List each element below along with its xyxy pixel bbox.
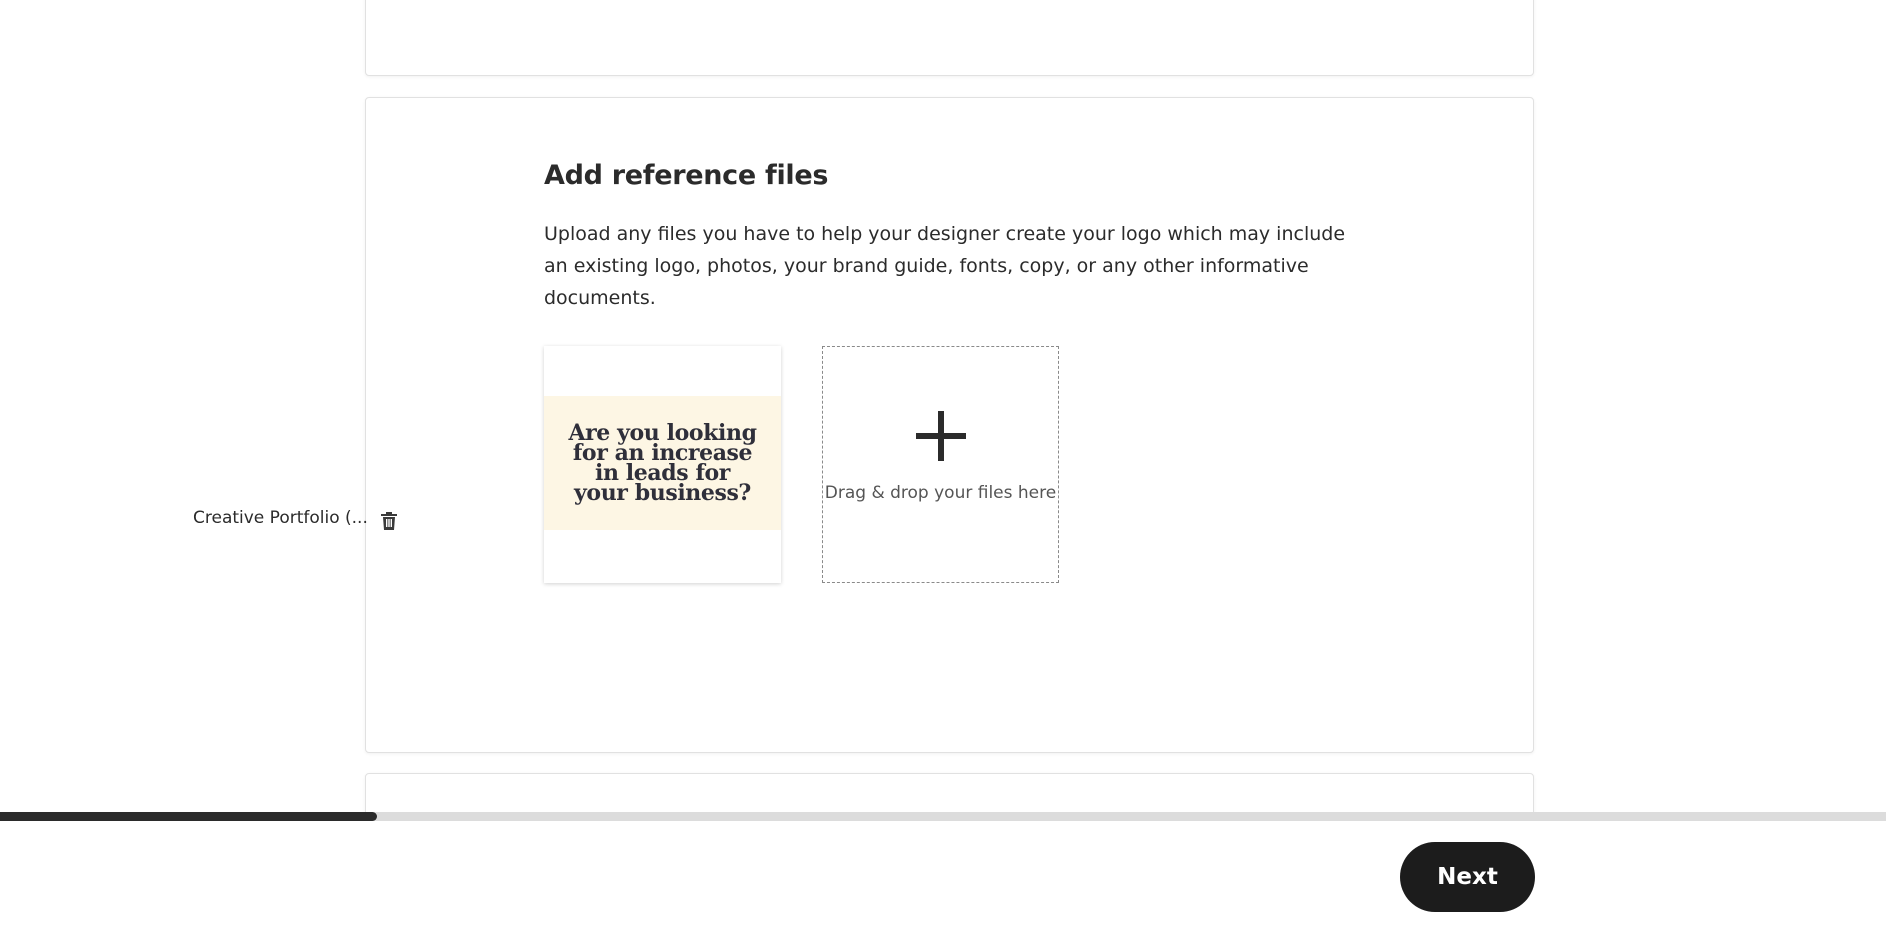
footer-bar: Next — [0, 812, 1886, 927]
file-preview-text: Are you looking for an increase in leads… — [568, 420, 757, 506]
uploaded-file-name: Creative Portfolio (... — [193, 508, 368, 528]
dropzone-label: Drag & drop your files here — [824, 483, 1057, 503]
section-description: Upload any files you have to help your d… — [544, 223, 1346, 309]
trash-icon — [381, 512, 397, 530]
delete-file-button[interactable] — [379, 511, 399, 531]
previous-section-card — [365, 0, 1534, 76]
progress-bar — [0, 812, 1886, 821]
next-button[interactable]: Next — [1400, 842, 1535, 912]
progress-bar-fill — [0, 812, 378, 821]
uploaded-file-thumbnail[interactable]: Are you looking for an increase in leads… — [544, 346, 781, 583]
page: Add reference files Upload any files you… — [0, 0, 1886, 927]
file-preview-image: Are you looking for an increase in leads… — [544, 396, 781, 530]
file-dropzone[interactable]: Drag & drop your files here — [822, 346, 1059, 583]
plus-icon — [916, 411, 966, 461]
section-title: Add reference files — [544, 160, 829, 191]
reference-files-card: Add reference files Upload any files you… — [365, 97, 1534, 753]
